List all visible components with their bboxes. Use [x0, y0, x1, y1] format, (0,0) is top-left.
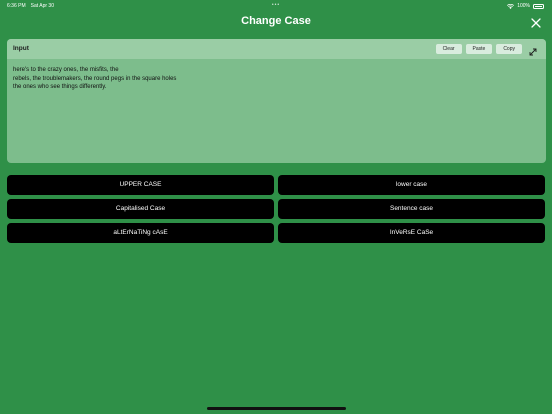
- clear-button[interactable]: Clear: [435, 44, 462, 54]
- alternating-case-button[interactable]: aLtErNaTiNg cAsE: [7, 223, 274, 243]
- lower-case-button[interactable]: lower case: [278, 175, 545, 195]
- paste-button[interactable]: Paste: [465, 44, 493, 54]
- battery-icon: [533, 3, 544, 9]
- status-date: Sat Apr 30: [30, 3, 54, 9]
- input-label: Input: [13, 45, 29, 52]
- input-header-buttons: Clear Paste Copy: [435, 44, 522, 54]
- upper-case-button[interactable]: UPPER CASE: [7, 175, 274, 195]
- home-indicator[interactable]: [207, 407, 346, 410]
- sentence-case-button[interactable]: Sentence case: [278, 199, 545, 219]
- status-right: 100%: [507, 3, 544, 9]
- wifi-icon: [507, 3, 515, 9]
- page-title: Change Case: [241, 15, 311, 27]
- capitalised-case-button[interactable]: Capitalised Case: [7, 199, 274, 219]
- input-panel-header: Input Clear Paste Copy: [7, 39, 546, 59]
- battery-percent: 100%: [517, 3, 530, 9]
- status-bar: 6:36 PM Sat Apr 30 ••• 100%: [0, 0, 552, 10]
- input-text-line: the ones who see things differently.: [13, 84, 107, 90]
- input-text-line: here's to the crazy ones, the misfits, t…: [13, 67, 119, 73]
- status-left: 6:36 PM Sat Apr 30: [7, 3, 54, 9]
- input-panel: Input Clear Paste Copy here's to the cra…: [7, 39, 546, 163]
- expand-icon[interactable]: [528, 44, 538, 56]
- copy-button[interactable]: Copy: [496, 44, 522, 54]
- inverse-case-button[interactable]: InVeRsE CaSe: [278, 223, 545, 243]
- input-textarea[interactable]: here's to the crazy ones, the misfits, t…: [13, 66, 176, 92]
- status-time: 6:36 PM: [7, 3, 26, 9]
- multitasking-indicator[interactable]: •••: [272, 2, 280, 8]
- input-text-line: rebels, the troublemakers, the round peg…: [13, 75, 177, 82]
- close-icon[interactable]: [530, 16, 542, 28]
